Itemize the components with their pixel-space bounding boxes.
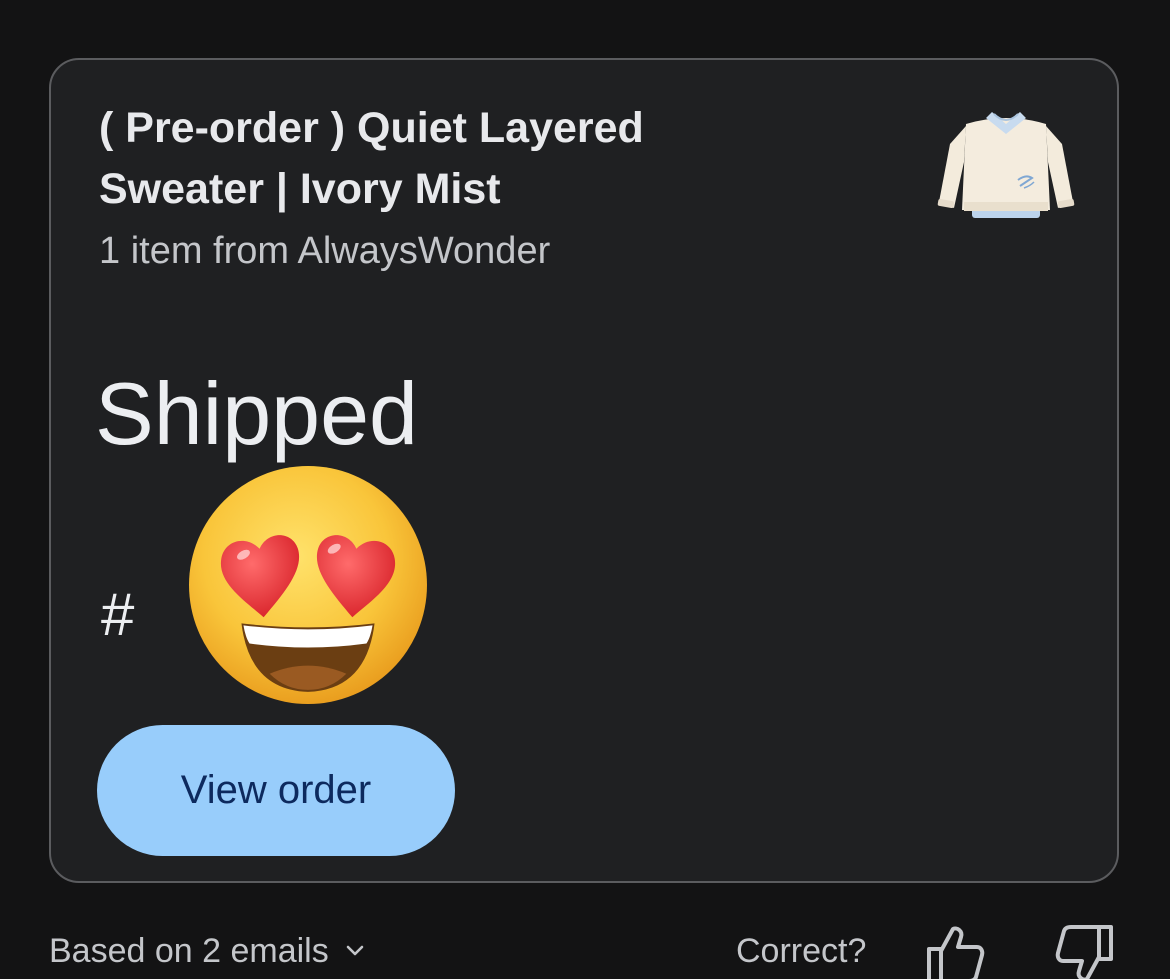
view-order-button[interactable]: View order — [97, 725, 455, 856]
source-emails-toggle[interactable]: Based on 2 emails — [49, 931, 367, 971]
order-hash: # — [101, 581, 135, 648]
footer: Based on 2 emails Correct? — [0, 915, 1170, 979]
product-title: ( Pre-order ) Quiet Layered Sweater | Iv… — [99, 104, 644, 213]
feedback-prompt: Correct? — [736, 932, 867, 970]
order-card[interactable]: ( Pre-order ) Quiet Layered Sweater | Iv… — [49, 58, 1119, 883]
thumbs-up-icon[interactable] — [925, 923, 985, 979]
thumbs-down-icon[interactable] — [1055, 923, 1115, 979]
sweater-thumbnail — [937, 112, 1075, 218]
page: ( Pre-order ) Quiet Layered Sweater | Iv… — [0, 0, 1170, 979]
item-count-merchant: 1 item from AlwaysWonder — [99, 230, 551, 272]
heart-eyes-emoji-icon — [189, 466, 427, 704]
source-emails-label: Based on 2 emails — [49, 932, 329, 970]
shipping-status: Shipped — [95, 364, 418, 463]
chevron-down-icon — [346, 945, 364, 956]
